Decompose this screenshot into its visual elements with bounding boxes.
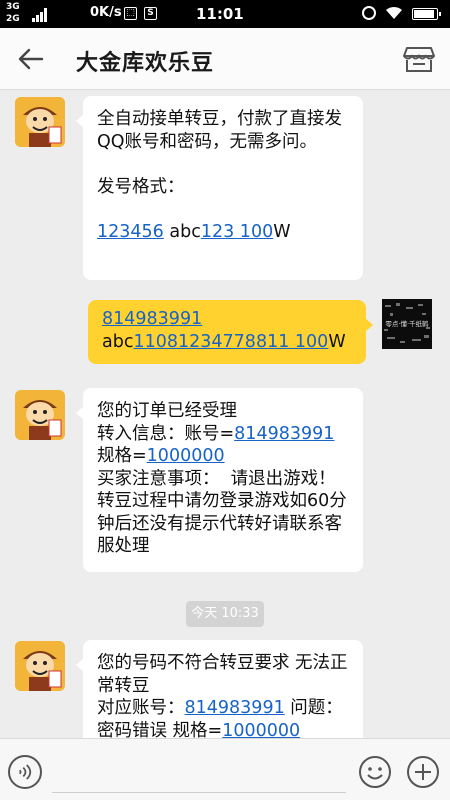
message-text: 密码错误 规格= xyxy=(97,720,223,739)
back-arrow-icon xyxy=(18,48,44,70)
network-type-top: 3G xyxy=(6,2,20,12)
network-type-bottom: 2G xyxy=(6,14,20,24)
message-text: 全自动接单转豆，付款了直接发QQ账号和密码，无需多问。 xyxy=(97,109,342,152)
message-text: 规格= xyxy=(97,446,147,466)
voice-button[interactable] xyxy=(8,755,42,789)
battery-level xyxy=(414,10,435,18)
account-number-link[interactable]: 814983991 xyxy=(234,424,334,444)
shop-icon xyxy=(403,47,435,72)
page-title: 大金库欢乐豆 xyxy=(76,51,215,76)
contact-avatar[interactable] xyxy=(15,97,65,147)
voice-icon xyxy=(19,764,32,780)
message-text: abc xyxy=(102,331,134,352)
message-text: 买家注意事项： 请退出游戏！转豆过程中请勿登录游戏如60分钟后还没有提示代转好请… xyxy=(97,468,347,557)
message-text: W xyxy=(328,331,346,352)
account-number-link[interactable]: 814983991 xyxy=(102,309,202,329)
message-text: 问题： xyxy=(284,698,343,718)
message-input[interactable] xyxy=(52,753,346,793)
my-avatar-text: 零点·懂·千纸鹤 xyxy=(385,319,429,328)
battery-icon xyxy=(412,8,441,20)
network-speed: 0K/s xyxy=(90,5,122,20)
wifi-icon xyxy=(385,6,403,20)
signal-icon xyxy=(32,6,48,22)
message-text: 您的号码不符合转豆要求 无法正常转豆 xyxy=(97,653,348,696)
network-indicator: 3G 2G xyxy=(6,1,20,25)
message-bubble-2[interactable]: 814983991 abc11081234778811 100W xyxy=(88,300,373,364)
shop-button[interactable] xyxy=(402,43,436,75)
number-link[interactable]: 123456 xyxy=(97,222,164,242)
status-bar: 3G 2G 0K/s ⬚ S 11:01 xyxy=(0,0,450,28)
cartoon-avatar-icon xyxy=(15,641,65,691)
message-text: W xyxy=(273,221,291,242)
message-bubble-3[interactable]: 您的订单已经受理 转入信息：账号=814983991 规格=1000000 买家… xyxy=(76,388,363,572)
message-bubble-4[interactable]: 您的号码不符合转豆要求 无法正常转豆 对应账号：814983991 问题： 密码… xyxy=(76,640,363,739)
chat-area[interactable]: 全自动接单转豆，付款了直接发QQ账号和密码，无需多问。 发号格式： 123456… xyxy=(0,90,450,738)
notification-s-icon-2: S xyxy=(144,7,157,20)
notification-s-icon: ⬚ xyxy=(124,7,137,20)
plus-button[interactable] xyxy=(406,755,440,789)
account-number-link[interactable]: 814983991 xyxy=(185,698,285,718)
message-bubble-1[interactable]: 全自动接单转豆，付款了直接发QQ账号和密码，无需多问。 发号格式： 123456… xyxy=(76,96,363,280)
input-bar xyxy=(0,738,450,800)
message-text: 对应账号： xyxy=(97,698,185,718)
plus-icon xyxy=(407,756,439,788)
contact-avatar[interactable] xyxy=(15,390,65,440)
emoji-icon xyxy=(359,756,391,788)
message-text: 您的订单已经受理 xyxy=(97,401,237,421)
my-avatar-image: 零点·懂·千纸鹤 xyxy=(382,299,432,349)
number-link[interactable]: 11081234778811 100 xyxy=(133,332,328,352)
number-link[interactable]: 123 100 xyxy=(201,222,273,242)
my-avatar[interactable]: 零点·懂·千纸鹤 xyxy=(382,299,432,349)
message-text: abc xyxy=(163,221,201,242)
back-button[interactable] xyxy=(16,44,52,74)
contact-avatar[interactable] xyxy=(15,641,65,691)
spec-number-link[interactable]: 1000000 xyxy=(222,721,300,739)
spec-number-link[interactable]: 1000000 xyxy=(147,446,225,466)
message-text: 转入信息：账号= xyxy=(97,423,235,444)
cartoon-avatar-icon xyxy=(15,97,65,147)
title-bar: 大金库欢乐豆 xyxy=(0,28,450,90)
clock: 11:01 xyxy=(196,5,244,23)
emoji-button[interactable] xyxy=(358,755,392,789)
cartoon-avatar-icon xyxy=(15,390,65,440)
message-text: 发号格式： xyxy=(97,176,185,197)
alarm-icon xyxy=(362,6,376,20)
timestamp-badge: 今天 10:33 xyxy=(186,601,264,627)
